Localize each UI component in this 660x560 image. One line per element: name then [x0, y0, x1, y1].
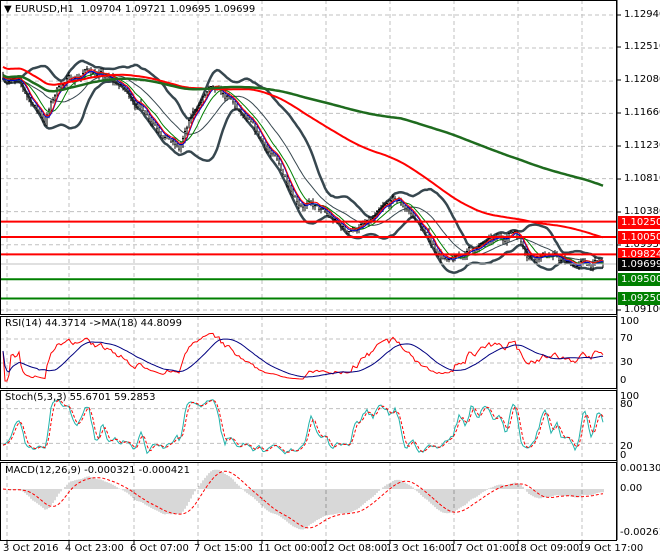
- chart-window[interactable]: ▼ EURUSD,H1 1.09704 1.09721 1.09695 1.09…: [0, 0, 660, 560]
- time-axis-label: 19 Oct 17:00: [578, 543, 644, 554]
- macd-tick-max: 0.001301: [620, 463, 660, 474]
- rsi-line: [2, 332, 604, 382]
- current-price-label: 1.09699: [618, 257, 660, 271]
- macd-tick-zero: 0.00: [620, 483, 643, 494]
- stoch-tick-0: 0: [620, 450, 627, 461]
- time-axis-label: 12 Oct 08:00: [322, 543, 388, 554]
- rsi-tick-100: 100: [620, 316, 640, 327]
- level-price-label: 1.09500: [618, 273, 660, 287]
- chart-header: ▼ EURUSD,H1 1.09704 1.09721 1.09695 1.09…: [4, 4, 255, 16]
- price-axis-label: 1.09100: [624, 304, 660, 315]
- time-axis-label: 7 Oct 15:00: [194, 543, 253, 554]
- time-axis-label: 4 Oct 23:00: [65, 543, 124, 554]
- close-value: 1.09699: [213, 4, 256, 15]
- macd-tick-min: -0.002614: [620, 527, 660, 538]
- rsi-tick-0: 0: [620, 375, 627, 386]
- low-value: 1.09695: [169, 4, 211, 15]
- stoch-title: Stoch(5,3,3) 55.6701 59.2853: [5, 392, 156, 403]
- rsi-title: RSI(14) 44.3714 ->MA(18) 44.8099: [5, 318, 182, 329]
- ma-5-high-line: [2, 69, 604, 265]
- price-axis-label: 1.11660: [624, 107, 660, 118]
- time-axis-label: 17 Oct 01:00: [450, 543, 516, 554]
- time-axis-label: 3 Oct 2016: [3, 543, 59, 554]
- price-axis-label: 1.11230: [624, 140, 660, 151]
- ma-21-line: [2, 74, 604, 264]
- stoch-k-line: [2, 399, 604, 455]
- rsi-tick-30: 30: [620, 357, 633, 368]
- time-axis-label: 13 Oct 16:00: [386, 543, 452, 554]
- time-axis-label: 6 Oct 07:00: [130, 543, 189, 554]
- rsi-ma-line: [2, 338, 604, 378]
- symbol-label: EURUSD,H1: [14, 4, 74, 15]
- time-axis-label: 11 Oct 00:00: [258, 543, 324, 554]
- rsi-tick-70: 70: [620, 333, 633, 344]
- price-axis-label: 1.12940: [624, 9, 660, 20]
- level-price-label: 1.09250: [618, 292, 660, 306]
- open-value: 1.09704: [80, 4, 122, 15]
- price-axis-label: 1.12510: [624, 41, 660, 52]
- collapse-triangle-icon[interactable]: ▼: [4, 4, 12, 15]
- time-axis-label: 18 Oct 09:00: [514, 543, 580, 554]
- price-axis-label: 1.12080: [624, 74, 660, 85]
- level-price-label: 1.10050: [618, 231, 660, 244]
- price-axis-label: 1.10810: [624, 173, 660, 184]
- level-price-label: 1.10250: [618, 215, 660, 229]
- stoch-tick-80: 80: [620, 399, 633, 410]
- high-value: 1.09721: [124, 4, 167, 15]
- macd-title: MACD(12,26,9) -0.000321 -0.000421: [5, 465, 190, 476]
